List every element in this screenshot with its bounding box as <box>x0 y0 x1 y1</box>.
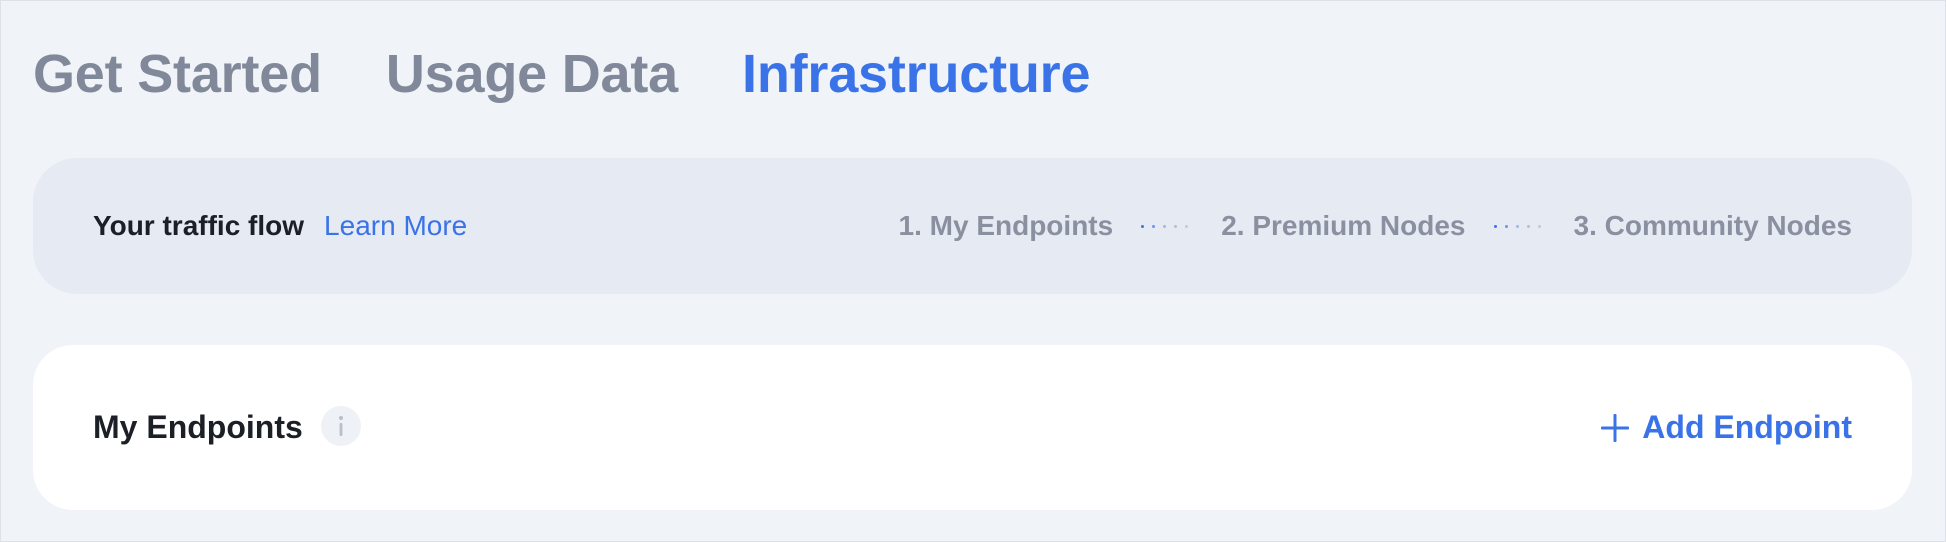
card-header: My Endpoints <box>93 345 361 510</box>
add-endpoint-button[interactable]: Add Endpoint <box>1600 345 1852 510</box>
my-endpoints-card: My Endpoints Add Endpoint <box>33 345 1912 510</box>
traffic-flow-header: Your traffic flow Learn More <box>93 158 467 294</box>
card-title: My Endpoints <box>93 409 303 445</box>
learn-more-link[interactable]: Learn More <box>324 210 467 242</box>
traffic-flow-steps: 1. My Endpoints 2. Premium Nodes 3. Comm… <box>899 158 1852 294</box>
traffic-flow-banner: Your traffic flow Learn More 1. My Endpo… <box>33 158 1912 294</box>
flow-step-premium-nodes[interactable]: 2. Premium Nodes <box>1221 210 1465 242</box>
plus-icon <box>1600 413 1630 443</box>
flow-step-community-nodes[interactable]: 3. Community Nodes <box>1574 210 1852 242</box>
tab-get-started[interactable]: Get Started <box>33 39 322 109</box>
tab-infrastructure[interactable]: Infrastructure <box>742 39 1090 109</box>
step-connector <box>1141 224 1193 228</box>
traffic-flow-title: Your traffic flow <box>93 210 305 241</box>
info-icon[interactable] <box>320 405 361 446</box>
step-connector <box>1493 224 1546 228</box>
add-endpoint-label: Add Endpoint <box>1642 409 1852 445</box>
page: Get Started Usage Data Infrastructure Yo… <box>0 0 1946 542</box>
flow-step-my-endpoints[interactable]: 1. My Endpoints <box>899 210 1114 242</box>
tab-usage-data[interactable]: Usage Data <box>386 39 678 109</box>
tab-bar: Get Started Usage Data Infrastructure <box>33 39 1090 109</box>
